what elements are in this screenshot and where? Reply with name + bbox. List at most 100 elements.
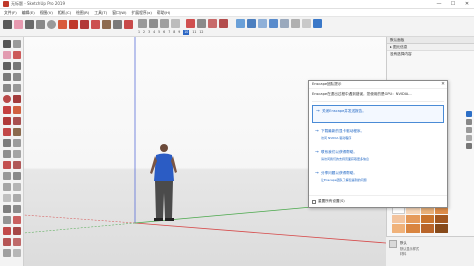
eraser-tool-icon[interactable] [14, 20, 23, 29]
enscape-sync-icon[interactable] [247, 19, 256, 28]
line-tool-icon[interactable] [3, 62, 11, 70]
zoom-extents-tool-icon[interactable] [3, 194, 11, 202]
move-tool-icon[interactable] [69, 20, 78, 29]
3d-warehouse-icon[interactable] [186, 19, 195, 28]
scene-tab[interactable]: 5 [158, 30, 160, 35]
create-material-icon[interactable] [466, 127, 472, 133]
enscape-assets-icon[interactable] [302, 19, 311, 28]
warehouse-icon[interactable] [3, 227, 11, 235]
menu-edit[interactable]: 编辑(E) [22, 10, 35, 16]
sample-paint-icon[interactable] [466, 119, 472, 125]
enscape-about-icon[interactable] [313, 19, 322, 28]
tape-measure-tool-icon[interactable] [113, 20, 122, 29]
look-around-icon[interactable] [3, 216, 11, 224]
polygon-tool-icon[interactable] [13, 95, 21, 103]
material-swatch[interactable] [420, 214, 434, 224]
dialog-close-button[interactable]: ✕ [439, 82, 447, 87]
select-tool-icon[interactable] [3, 20, 12, 29]
enscape-views-icon[interactable] [258, 19, 267, 28]
option-share-issue[interactable]: → 分享问题以获得帮助。 让Enscape团队了解您遇到的问题 [312, 168, 444, 186]
entity-info-section[interactable]: ▸ 图元信息 [387, 44, 474, 51]
extension-manager-icon[interactable] [219, 19, 228, 28]
paint-bucket-tool-icon[interactable] [124, 20, 133, 29]
follow-me-tool-icon[interactable] [13, 117, 21, 125]
paint-bucket-tool-icon[interactable] [13, 51, 21, 59]
layout-send-icon[interactable] [13, 238, 21, 246]
3d-text-tool-icon[interactable] [13, 161, 21, 169]
circle-tool-icon[interactable] [47, 20, 56, 29]
scene-tab[interactable]: 2 [143, 30, 145, 35]
option-update-driver[interactable]: → 下载最新的显卡驱动程序。 访问 NVIDIA 驱动程序 [312, 126, 444, 144]
reset-settings-checkbox[interactable] [312, 199, 316, 204]
offset-tool-icon[interactable] [13, 128, 21, 136]
enscape-start-icon[interactable] [236, 19, 245, 28]
previous-view-icon[interactable] [13, 194, 21, 202]
menu-tools[interactable]: 工具(T) [94, 10, 107, 16]
reset-settings-label[interactable]: 重置所有设置(S) [318, 199, 345, 204]
material-swatch[interactable] [392, 224, 406, 233]
pan-tool-icon[interactable] [149, 19, 158, 28]
protractor-tool-icon[interactable] [3, 150, 11, 158]
push-pull-tool-icon[interactable] [58, 20, 67, 29]
menu-help[interactable]: 帮助(H) [157, 10, 170, 16]
material-swatch[interactable] [406, 214, 420, 224]
orbit-tool-icon[interactable] [138, 19, 147, 28]
minimize-button[interactable]: — [432, 0, 446, 9]
line-tool-icon[interactable] [25, 20, 34, 29]
move-tool-icon[interactable] [3, 106, 11, 114]
scene-tab-active[interactable]: 10 [183, 30, 190, 35]
eraser-tool-icon[interactable] [3, 51, 11, 59]
maximize-button[interactable]: ☐ [446, 0, 460, 9]
orbit-tool-icon[interactable] [3, 172, 11, 180]
scale-tool-icon[interactable] [3, 128, 11, 136]
pan-tool-icon[interactable] [13, 172, 21, 180]
menu-file[interactable]: 文件(F) [4, 10, 17, 16]
zoom-tool-icon[interactable] [3, 183, 11, 191]
extension-warehouse-icon[interactable] [197, 19, 206, 28]
scene-tab[interactable]: 3 [148, 30, 150, 35]
sandbox-icon[interactable] [3, 249, 11, 257]
close-button[interactable]: ✕ [460, 0, 474, 9]
option-close-and-report[interactable]: → 关闭Enscape并发送报告。 [312, 105, 444, 123]
material-swatch[interactable] [420, 224, 434, 233]
material-thumbnail[interactable] [389, 240, 397, 248]
menu-view[interactable]: 视图(V) [40, 10, 53, 16]
menu-window[interactable]: 窗口(W) [112, 10, 126, 16]
material-swatch[interactable] [406, 224, 420, 233]
rotate-tool-icon[interactable] [80, 20, 89, 29]
scene-tab[interactable]: 11 [192, 30, 196, 35]
share-model-icon[interactable] [13, 227, 21, 235]
push-pull-tool-icon[interactable] [13, 106, 21, 114]
scene-tab[interactable]: 1 [138, 30, 140, 35]
tray-header[interactable]: 默认面板 [387, 37, 474, 44]
rectangle-tool-icon[interactable] [3, 84, 11, 92]
rotated-rect-tool-icon[interactable] [13, 84, 21, 92]
enscape-render-icon[interactable] [269, 19, 278, 28]
scene-tab[interactable]: 9 [178, 30, 180, 35]
material-swatch[interactable] [434, 224, 448, 233]
offset-tool-icon[interactable] [102, 20, 111, 29]
freehand-tool-icon[interactable] [13, 62, 21, 70]
menu-draw[interactable]: 绘图(R) [76, 10, 89, 16]
enscape-settings-icon[interactable] [280, 19, 289, 28]
section-plane-icon[interactable] [13, 216, 21, 224]
axes-tool-icon[interactable] [3, 161, 11, 169]
menu-extensions[interactable]: 扩展程序(x) [132, 10, 152, 16]
material-swatch[interactable] [434, 214, 448, 224]
solid-tools-icon[interactable] [13, 249, 21, 257]
tape-measure-tool-icon[interactable] [3, 139, 11, 147]
menu-camera[interactable]: 相机(C) [58, 10, 71, 16]
zoom-extents-tool-icon[interactable] [171, 19, 180, 28]
rectangle-tool-icon[interactable] [36, 20, 45, 29]
scale-figure[interactable] [150, 144, 177, 221]
make-component-icon[interactable] [13, 40, 21, 48]
position-camera-icon[interactable] [3, 205, 11, 213]
scale-tool-icon[interactable] [91, 20, 100, 29]
option-contact-support[interactable]: → 联系我们以获得帮助。 请访问我们的支持页面获取更多信息 [312, 147, 444, 165]
layout-icon[interactable] [208, 19, 217, 28]
material-swatch[interactable] [392, 214, 406, 224]
pie-tool-icon[interactable] [13, 73, 21, 81]
extension-icon[interactable] [3, 238, 11, 246]
scene-tab[interactable]: 12 [199, 30, 203, 35]
zoom-window-tool-icon[interactable] [13, 183, 21, 191]
